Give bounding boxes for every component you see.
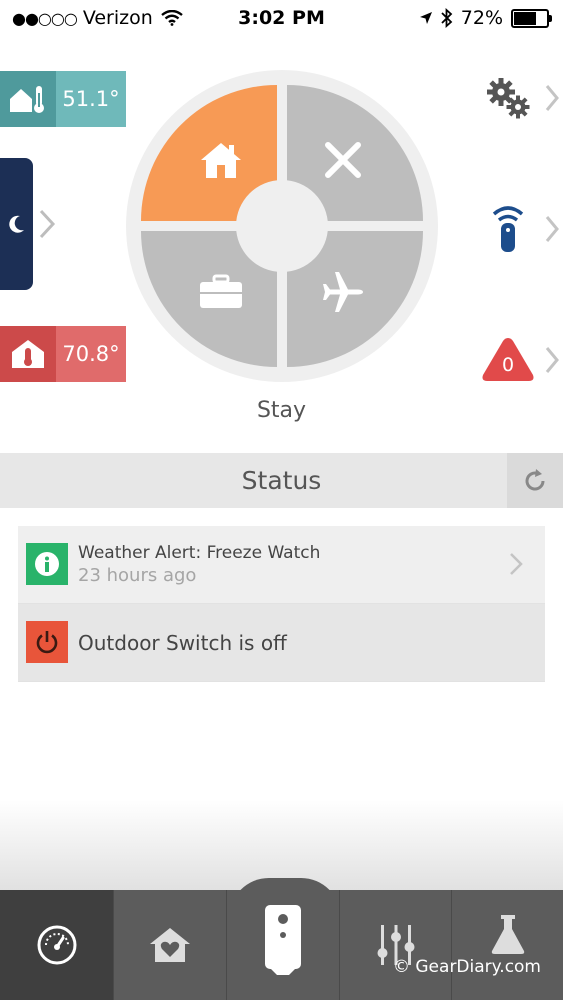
status-title: Status — [241, 466, 322, 495]
battery-icon — [511, 8, 552, 28]
status-header: Status — [0, 453, 563, 508]
alerts-button[interactable]: 0 — [480, 335, 536, 383]
refresh-button[interactable] — [507, 453, 563, 508]
watermark: © GearDiary.com — [392, 957, 541, 977]
refresh-icon — [525, 468, 545, 490]
briefcase-icon — [200, 274, 242, 308]
bottom-fade — [0, 800, 563, 890]
tab-dashboard[interactable] — [0, 890, 114, 1000]
remote-icon — [492, 206, 524, 252]
home-icon — [201, 143, 241, 178]
close-icon — [325, 142, 361, 178]
security-mode-wheel — [126, 70, 438, 382]
location-arrow-icon — [419, 12, 432, 24]
system-indicators: 72% — [419, 7, 552, 29]
chevron-right-icon[interactable] — [545, 84, 559, 112]
camera-icon — [265, 905, 301, 975]
home-heart-icon — [150, 928, 190, 962]
status-item-title: Weather Alert: Freeze Watch — [78, 543, 321, 563]
mode-wheel-center — [236, 180, 328, 272]
remote-control-button[interactable] — [488, 204, 528, 254]
chevron-right-icon[interactable] — [545, 346, 559, 374]
battery-percent: 72% — [460, 7, 503, 29]
tab-home[interactable] — [114, 890, 227, 1000]
night-mode-panel[interactable] — [0, 158, 33, 290]
chevron-right-icon[interactable] — [545, 215, 559, 243]
status-bar: ●●○○○ Verizon 3:02 PM 72% — [0, 0, 563, 38]
lab-flask-icon — [491, 915, 524, 954]
current-mode-label: Stay — [256, 398, 307, 423]
status-list: Weather Alert: Freeze Watch 23 hours ago… — [18, 526, 545, 682]
status-item-time: 23 hours ago — [78, 565, 197, 586]
tab-labs[interactable] — [452, 890, 563, 1000]
airplane-icon — [323, 272, 363, 312]
tab-bar — [0, 890, 563, 1000]
indoor-temperature-tile[interactable]: 70.8° — [0, 326, 126, 382]
status-item-weather-alert[interactable]: Weather Alert: Freeze Watch 23 hours ago — [18, 526, 545, 604]
indoor-thermometer-icon — [0, 326, 56, 382]
alerts-count: 0 — [501, 354, 515, 376]
tab-camera[interactable] — [227, 890, 340, 1000]
status-item-outdoor-switch[interactable]: Outdoor Switch is off — [18, 604, 545, 682]
moon-icon — [8, 215, 24, 233]
chevron-right-icon[interactable] — [38, 208, 56, 240]
settings-button[interactable] — [484, 76, 534, 122]
power-icon — [26, 621, 68, 663]
tab-controls[interactable] — [340, 890, 452, 1000]
indoor-temperature: 70.8° — [56, 326, 126, 382]
outdoor-temperature: 51.1° — [56, 71, 126, 127]
outdoor-temperature-tile[interactable]: 51.1° — [0, 71, 126, 127]
outdoor-thermometer-icon — [0, 71, 56, 127]
battery-level — [514, 11, 537, 25]
bluetooth-icon — [441, 8, 453, 28]
dashboard-icon — [37, 925, 76, 965]
status-item-title: Outdoor Switch is off — [78, 631, 287, 655]
gears-icon — [487, 78, 530, 119]
info-icon — [26, 543, 68, 585]
chevron-right-icon — [510, 553, 523, 575]
